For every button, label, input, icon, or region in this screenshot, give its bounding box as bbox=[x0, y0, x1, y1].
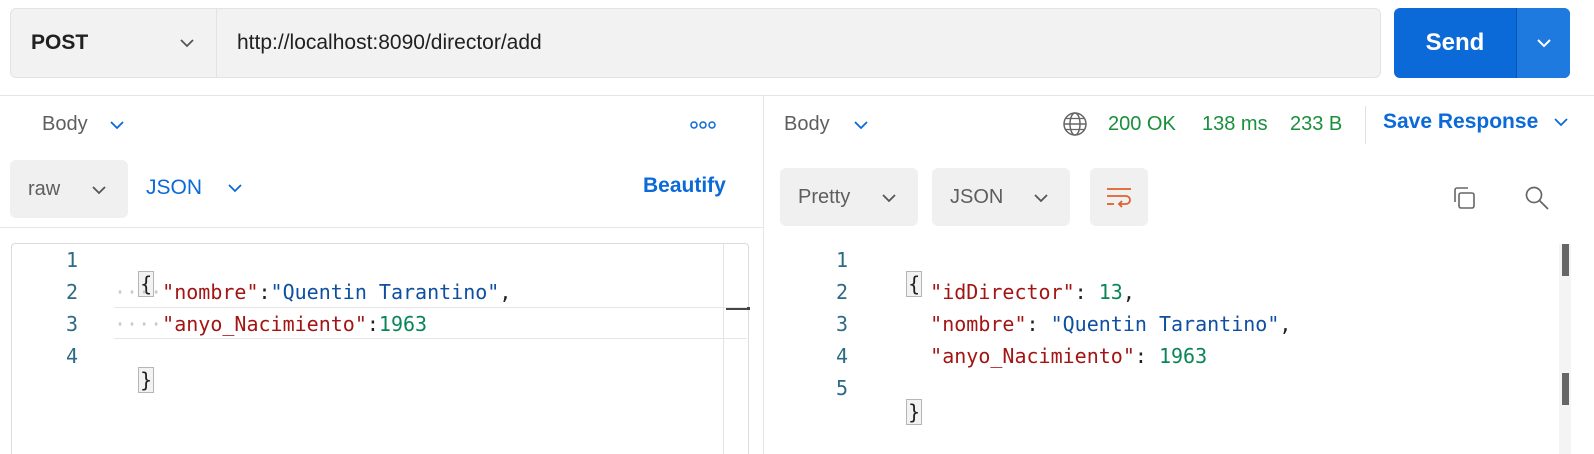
save-response-label: Save Response bbox=[1383, 110, 1539, 133]
wrap-lines-button[interactable] bbox=[1090, 168, 1148, 226]
pane-splitter[interactable] bbox=[763, 96, 764, 454]
divider bbox=[0, 95, 1594, 96]
json-number-value: 1963 bbox=[378, 312, 428, 336]
request-language-select[interactable]: JSON bbox=[146, 172, 244, 204]
method-select[interactable]: POST bbox=[11, 9, 217, 77]
body-type-label: raw bbox=[28, 177, 61, 200]
request-body-tab-label: Body bbox=[42, 113, 88, 135]
url-value: http://localhost:8090/director/add bbox=[237, 31, 542, 54]
method-label: POST bbox=[31, 31, 89, 54]
body-type-select[interactable]: raw bbox=[10, 160, 128, 218]
line-number: 5 bbox=[835, 376, 848, 400]
line-number: 2 bbox=[65, 280, 78, 304]
line-number: 4 bbox=[835, 344, 848, 368]
request-bar: POST http://localhost:8090/director/add bbox=[10, 8, 1381, 78]
json-key: "anyo_Nacimiento" bbox=[930, 344, 1135, 368]
divider bbox=[0, 227, 763, 228]
json-string-value: "Quentin Tarantino" bbox=[1050, 312, 1280, 336]
code-line: ····"nombre":"Quentin Tarantino", bbox=[114, 280, 512, 304]
beautify-button[interactable]: Beautify bbox=[643, 174, 726, 198]
more-options-icon[interactable] bbox=[688, 115, 718, 135]
search-button[interactable] bbox=[1517, 178, 1557, 218]
chevron-down-icon bbox=[1536, 39, 1551, 48]
response-language-label: JSON bbox=[950, 185, 1004, 208]
chevron-down-icon bbox=[1034, 194, 1048, 203]
line-number: 2 bbox=[835, 280, 848, 304]
json-key: "nombre" bbox=[162, 280, 259, 304]
chevron-down-icon bbox=[882, 194, 896, 203]
json-key: "anyo_Nacimiento" bbox=[162, 312, 367, 336]
code-line: "nombre": "Quentin Tarantino", bbox=[930, 312, 1292, 336]
copy-button[interactable] bbox=[1444, 178, 1484, 218]
json-key: "nombre" bbox=[930, 312, 1027, 336]
editor-overview-ruler bbox=[723, 244, 724, 454]
response-time[interactable]: 138 ms bbox=[1202, 113, 1268, 136]
chevron-down-icon bbox=[853, 120, 868, 129]
json-brace: } bbox=[906, 399, 923, 425]
line-number: 3 bbox=[65, 312, 78, 336]
view-mode-label: Pretty bbox=[798, 185, 851, 208]
json-number-value: 13 bbox=[1098, 280, 1123, 304]
code-line: } bbox=[882, 376, 923, 425]
line-number: 3 bbox=[835, 312, 848, 336]
send-button[interactable]: Send bbox=[1394, 8, 1516, 78]
code-line: } bbox=[114, 344, 155, 393]
wrap-lines-icon bbox=[1107, 188, 1131, 208]
search-icon bbox=[1525, 186, 1549, 210]
save-response-button[interactable]: Save Response bbox=[1383, 110, 1570, 134]
line-number: 1 bbox=[835, 248, 848, 272]
code-line: "anyo_Nacimiento": 1963 bbox=[930, 344, 1208, 368]
response-body-tab-label: Body bbox=[784, 113, 830, 135]
json-string-value: "Quentin Tarantino" bbox=[270, 280, 500, 304]
scrollbar-thumb[interactable] bbox=[1562, 373, 1569, 405]
view-mode-select[interactable]: Pretty bbox=[780, 168, 918, 226]
response-body-tab[interactable]: Body bbox=[784, 113, 870, 136]
divider bbox=[1365, 106, 1366, 144]
scrollbar-thumb[interactable] bbox=[1562, 244, 1569, 276]
request-body-tab[interactable]: Body bbox=[42, 113, 126, 136]
response-language-select[interactable]: JSON bbox=[932, 168, 1070, 226]
globe-icon[interactable] bbox=[1062, 111, 1088, 137]
code-line: "idDirector": 13, bbox=[930, 280, 1135, 304]
json-brace: } bbox=[138, 367, 155, 393]
code-line: ····"anyo_Nacimiento":1963 bbox=[114, 312, 428, 336]
line-number: 1 bbox=[65, 248, 78, 272]
status-code[interactable]: 200 OK bbox=[1108, 113, 1176, 136]
json-key: "idDirector" bbox=[930, 280, 1075, 304]
url-input[interactable]: http://localhost:8090/director/add bbox=[217, 9, 1380, 77]
chevron-down-icon bbox=[228, 184, 242, 193]
line-number: 4 bbox=[65, 344, 78, 368]
json-number-value: 1963 bbox=[1158, 344, 1208, 368]
chevron-down-icon bbox=[92, 186, 106, 195]
request-language-label: JSON bbox=[146, 176, 203, 199]
chevron-down-icon bbox=[109, 120, 124, 129]
send-button-group: Send bbox=[1394, 8, 1570, 78]
response-size[interactable]: 233 B bbox=[1290, 113, 1342, 136]
send-label: Send bbox=[1425, 29, 1485, 56]
chevron-down-icon bbox=[1554, 118, 1568, 127]
chevron-down-icon bbox=[180, 39, 194, 48]
copy-icon bbox=[1454, 187, 1475, 209]
send-options-button[interactable] bbox=[1516, 8, 1570, 78]
